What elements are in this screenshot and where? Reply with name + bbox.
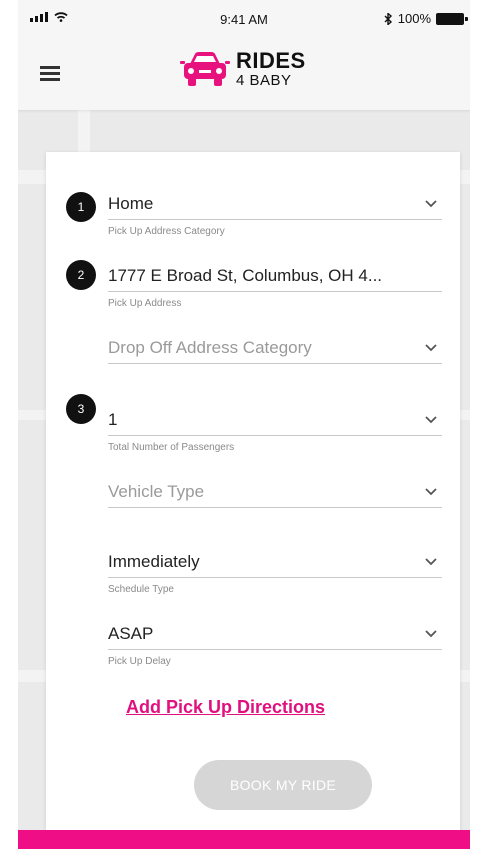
pickup-delay-select[interactable]: ASAP Pick Up Delay bbox=[108, 618, 442, 667]
book-my-ride-button[interactable]: BOOK MY RIDE bbox=[194, 760, 372, 810]
car-icon bbox=[180, 52, 230, 86]
dropoff-category-placeholder: Drop Off Address Category bbox=[108, 337, 312, 357]
schedule-type-select[interactable]: Immediately Schedule Type bbox=[108, 546, 442, 595]
step-badge-2: 2 bbox=[66, 260, 96, 290]
step-badge-1: 1 bbox=[66, 192, 96, 222]
step-badge-3: 3 bbox=[66, 394, 96, 424]
vehicle-type-placeholder: Vehicle Type bbox=[108, 481, 205, 501]
passengers-value: 1 bbox=[108, 409, 118, 429]
pickup-category-value: Home bbox=[108, 193, 154, 213]
pickup-category-select[interactable]: Home Pick Up Address Category bbox=[108, 188, 442, 237]
app-header: 9:41 AM 100% RIDES 4 BABY bbox=[18, 0, 470, 110]
chevron-down-icon bbox=[425, 344, 437, 352]
passengers-select[interactable]: 1 Total Number of Passengers bbox=[108, 404, 442, 453]
pickup-address-field[interactable]: 1777 E Broad St, Columbus, OH 4... Pick … bbox=[108, 260, 442, 309]
schedule-type-label: Schedule Type bbox=[108, 584, 174, 595]
schedule-type-value: Immediately bbox=[108, 551, 200, 571]
battery-percent: 100% bbox=[397, 11, 431, 26]
passengers-label: Total Number of Passengers bbox=[108, 442, 235, 453]
phone-screen: 9:41 AM 100% RIDES 4 BABY 1 Home Pick Up… bbox=[18, 0, 470, 849]
chevron-down-icon bbox=[425, 200, 437, 208]
ride-form-card: 1 Home Pick Up Address Category 2 1777 E… bbox=[46, 152, 460, 830]
pickup-address-label: Pick Up Address bbox=[108, 298, 182, 309]
chevron-down-icon bbox=[425, 558, 437, 566]
battery-icon bbox=[436, 12, 468, 25]
pickup-address-value: 1777 E Broad St, Columbus, OH 4... bbox=[108, 265, 383, 285]
logo-subtitle: 4 BABY bbox=[236, 72, 292, 89]
bottom-accent-bar bbox=[18, 830, 470, 849]
app-logo: RIDES 4 BABY bbox=[180, 48, 306, 90]
vehicle-type-select[interactable]: Vehicle Type bbox=[108, 476, 442, 508]
pickup-delay-label: Pick Up Delay bbox=[108, 656, 171, 667]
bluetooth-icon bbox=[384, 12, 392, 25]
dropoff-category-select[interactable]: Drop Off Address Category bbox=[108, 332, 442, 364]
logo-title: RIDES bbox=[236, 48, 306, 73]
chevron-down-icon bbox=[425, 416, 437, 424]
chevron-down-icon bbox=[425, 488, 437, 496]
chevron-down-icon bbox=[425, 630, 437, 638]
add-pickup-directions-link[interactable]: Add Pick Up Directions bbox=[126, 697, 325, 718]
status-bar: 9:41 AM 100% bbox=[18, 0, 470, 40]
pickup-delay-value: ASAP bbox=[108, 623, 154, 643]
pickup-category-label: Pick Up Address Category bbox=[108, 226, 225, 237]
menu-icon[interactable] bbox=[40, 66, 60, 82]
